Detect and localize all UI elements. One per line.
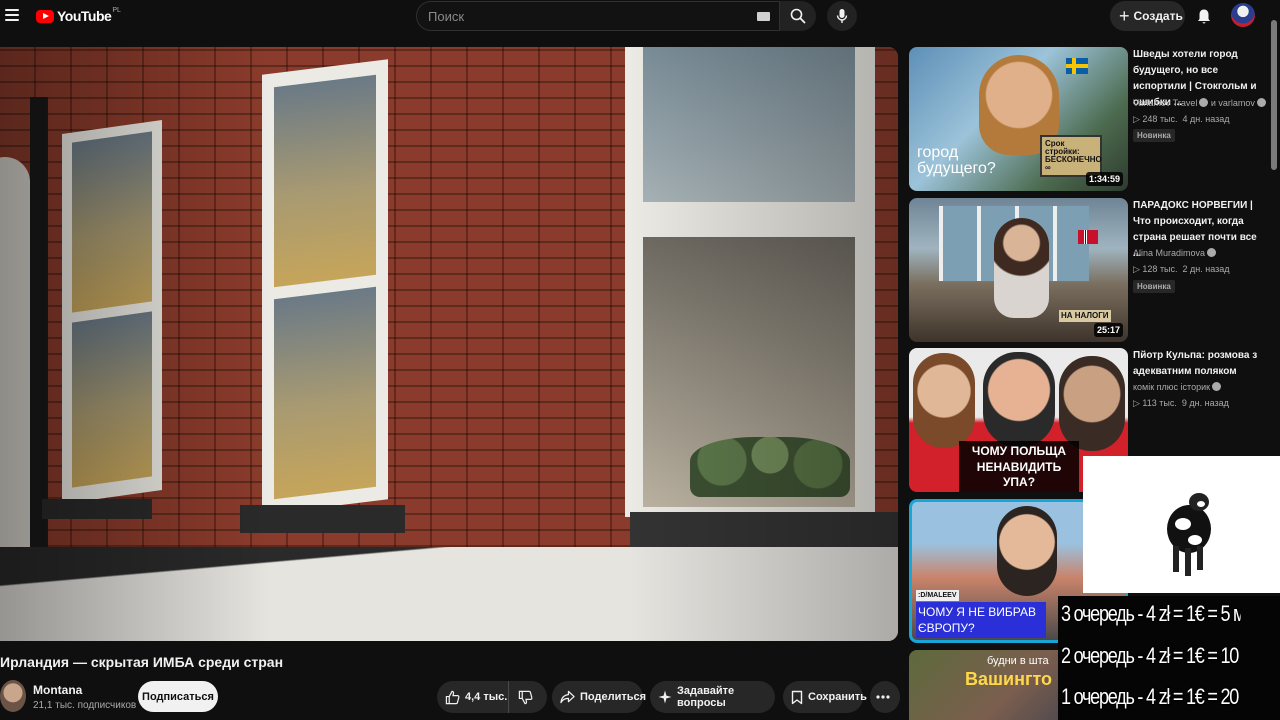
save-label: Сохранить bbox=[808, 691, 867, 703]
more-icon bbox=[875, 695, 890, 699]
thumbnail-sign: Срок стройки: БЕСКОНЕЧНО ∞ bbox=[1040, 135, 1102, 177]
like-dislike-group: 4,4 тыс. bbox=[437, 681, 547, 713]
thumbnail-caption: НА НАЛОГИ bbox=[1059, 310, 1111, 322]
search-input[interactable] bbox=[417, 2, 779, 30]
logo-text: YouTube bbox=[57, 8, 112, 24]
logo-region: PL bbox=[112, 6, 121, 14]
thumbnail-caption: город будущего? bbox=[917, 144, 996, 177]
thumbs-down-icon bbox=[518, 690, 533, 704]
share-button[interactable]: Поделиться bbox=[552, 681, 647, 713]
new-badge: Новинка bbox=[1133, 280, 1175, 293]
recommendation-channel[interactable]: Varlamov Travel и varlamov bbox=[1133, 98, 1266, 108]
bookmark-icon bbox=[791, 690, 803, 704]
thumbnail-caption: будни в шта bbox=[987, 655, 1049, 667]
verified-icon bbox=[1212, 382, 1222, 391]
like-button[interactable]: 4,4 тыс. bbox=[437, 681, 509, 713]
thumbnail-caption: ЧОМУ ПОЛЬЩА НЕНАВИДИТЬ УПА? bbox=[959, 441, 1079, 492]
thumbnail-caption: ЧОМУ Я НЕ ВИБРАВ ЄВРОПУ? bbox=[916, 602, 1046, 639]
channel-name[interactable]: Montana bbox=[33, 683, 82, 697]
share-label: Поделиться bbox=[580, 691, 647, 703]
create-label: Создать bbox=[1133, 9, 1183, 23]
channel-avatar[interactable] bbox=[0, 680, 26, 712]
new-badge: Новинка bbox=[1133, 129, 1175, 142]
dislike-button[interactable] bbox=[509, 681, 547, 713]
top-bar: YouTube PL + Создать bbox=[0, 0, 1280, 34]
video-duration: 25:17 bbox=[1093, 323, 1123, 337]
stream-overlay-panel bbox=[1083, 456, 1280, 593]
plus-icon: + bbox=[1119, 6, 1130, 26]
video-title: Ирландия — скрытая ИМБА среди стран bbox=[0, 654, 284, 670]
notifications-button[interactable] bbox=[1193, 5, 1215, 27]
search-icon bbox=[790, 8, 806, 24]
youtube-play-icon bbox=[36, 9, 54, 23]
subscribe-button[interactable]: Подписаться bbox=[138, 681, 218, 712]
create-button[interactable]: + Создать bbox=[1110, 1, 1185, 31]
like-count: 4,4 тыс. bbox=[465, 691, 508, 703]
recommendation-meta: ▷ 248 тыс. 4 дн. назад bbox=[1133, 114, 1230, 124]
subscriber-count: 21,1 тыс. подписчиков bbox=[33, 700, 137, 711]
recommendation-title[interactable]: Пйотр Кульпа: розмова з адекватним поляк… bbox=[1133, 348, 1263, 380]
menu-icon[interactable] bbox=[5, 8, 19, 22]
more-actions-button[interactable] bbox=[870, 681, 900, 713]
scrollbar[interactable] bbox=[1271, 20, 1277, 170]
save-button[interactable]: Сохранить bbox=[783, 681, 867, 713]
mic-icon bbox=[836, 9, 848, 23]
account-avatar[interactable] bbox=[1231, 3, 1255, 27]
sparkle-icon bbox=[658, 690, 672, 704]
verified-icon bbox=[1207, 248, 1217, 257]
queue-line-3: 3 очередь - 4 zł = 1€ = 5 мин bbox=[1061, 601, 1241, 626]
bell-icon bbox=[1198, 9, 1210, 24]
thumbnail-subcaption: Вашингто bbox=[965, 669, 1053, 689]
search-button[interactable] bbox=[780, 1, 816, 31]
voice-search-button[interactable] bbox=[827, 1, 857, 31]
video-player[interactable] bbox=[0, 47, 898, 641]
recommendation-item[interactable]: НА НАЛОГИ 25:17 ПАРАДОКС НОРВЕГИИ | Что … bbox=[909, 198, 1264, 344]
recommendation-channel[interactable]: Alina Muradimova bbox=[1133, 248, 1217, 258]
recommendation-channel[interactable]: комік плюс історик bbox=[1133, 382, 1222, 392]
queue-line-1: 1 очередь - 4 zł = 1€ = 20 мин bbox=[1061, 684, 1241, 709]
recommendation-meta: ▷ 128 тыс. 2 дн. назад bbox=[1133, 264, 1230, 274]
share-icon bbox=[560, 690, 575, 704]
ask-label: Задавайте вопросы bbox=[677, 685, 735, 709]
ask-questions-button[interactable]: Задавайте вопросы bbox=[650, 681, 775, 713]
recommendation-thumbnail[interactable]: НА НАЛОГИ 25:17 bbox=[909, 198, 1128, 342]
verified-icon bbox=[1256, 98, 1266, 107]
thumbs-up-icon bbox=[445, 690, 460, 704]
recommendation-item[interactable]: город будущего? Срок стройки: БЕСКОНЕЧНО… bbox=[909, 47, 1266, 197]
youtube-logo[interactable]: YouTube PL bbox=[36, 6, 121, 24]
search-box bbox=[416, 1, 780, 31]
thumbnail-tag: :D/MALEEV bbox=[916, 590, 959, 601]
video-duration: 1:34:59 bbox=[1085, 172, 1123, 186]
recommendation-thumbnail[interactable]: город будущего? Срок стройки: БЕСКОНЕЧНО… bbox=[909, 47, 1128, 191]
verified-icon bbox=[1199, 98, 1209, 107]
keyboard-icon[interactable] bbox=[757, 12, 770, 21]
queue-line-2: 2 очередь - 4 zł = 1€ = 10 мин bbox=[1061, 643, 1241, 668]
dancing-cow-image bbox=[1167, 493, 1211, 576]
recommendation-meta: ▷ 113 тыс. 9 дн. назад bbox=[1133, 398, 1229, 408]
